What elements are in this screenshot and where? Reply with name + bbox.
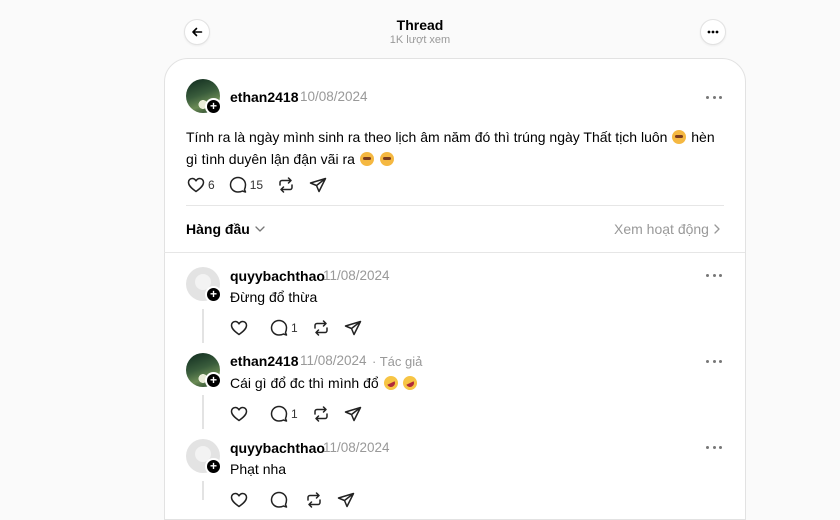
post-text: Tính ra là ngày mình sinh ra theo lịch â… (186, 126, 716, 170)
repost-icon (279, 176, 293, 193)
reply-date: 11/08/2024 (323, 440, 390, 455)
like-button[interactable] (230, 320, 248, 336)
share-button[interactable] (344, 406, 362, 422)
view-activity-link[interactable]: Xem hoạt động (614, 221, 720, 237)
reply-username[interactable]: quyybachthao (230, 268, 325, 284)
like-button[interactable]: 6 (187, 177, 215, 193)
reply-more-icon[interactable] (706, 357, 722, 365)
thread-line (202, 395, 204, 429)
divider (186, 205, 724, 206)
repost-button[interactable] (312, 319, 330, 336)
comment-button[interactable]: 1 (270, 319, 298, 336)
thread-line (202, 309, 204, 343)
view-activity-label: Xem hoạt động (614, 221, 709, 237)
chevron-down-icon (255, 226, 265, 232)
sort-label: Hàng đầu (186, 221, 250, 237)
reply-actions: 1 (230, 405, 376, 422)
blush-emoji-icon (672, 130, 687, 144)
heart-icon (230, 320, 248, 335)
post-actions: 6 15 (187, 176, 341, 193)
comment-icon (270, 405, 288, 422)
send-icon (344, 406, 361, 421)
heart-icon (230, 406, 248, 421)
follow-plus-icon[interactable]: + (205, 458, 222, 475)
reply-more-icon[interactable] (706, 443, 722, 451)
rofl-emoji-icon (381, 373, 400, 393)
repost-button[interactable] (312, 405, 330, 422)
top-bar: Thread 1K lượt xem (0, 0, 840, 58)
reply-username[interactable]: ethan2418 (230, 353, 298, 369)
blush-emoji-icon (379, 152, 394, 166)
rofl-emoji-icon (401, 373, 420, 393)
post-more-icon[interactable] (706, 93, 722, 101)
reply-text-content: Cái gì đổ đc thì mình đổ (230, 375, 379, 391)
reply-date: 11/08/2024 (300, 353, 367, 368)
more-icon (707, 30, 719, 34)
share-button[interactable] (344, 320, 362, 336)
sort-dropdown[interactable]: Hàng đầu (186, 221, 265, 237)
reply-more-icon[interactable] (706, 271, 722, 279)
comment-count: 15 (249, 177, 264, 192)
send-icon (309, 177, 327, 192)
follow-plus-icon[interactable]: + (205, 372, 222, 389)
reply-text: Cái gì đổ đc thì mình đổ (230, 373, 420, 393)
blush-emoji-icon (359, 152, 374, 166)
divider (164, 252, 745, 253)
reply-text: Đừng đổ thừa (230, 289, 318, 305)
thread-options-button[interactable] (700, 19, 726, 45)
comment-icon (229, 176, 246, 193)
reply-username[interactable]: quyybachthao (230, 440, 325, 456)
author-badge: · Tác giả (372, 354, 423, 369)
comment-icon (270, 319, 288, 336)
reply-actions: 1 (230, 319, 376, 336)
repost-button[interactable] (277, 176, 295, 193)
comment-count: 1 (291, 320, 298, 335)
share-button[interactable] (309, 177, 327, 193)
chevron-right-icon (714, 224, 720, 234)
thread-line (202, 481, 204, 500)
comment-button[interactable]: 15 (229, 176, 263, 193)
heart-icon (187, 177, 205, 192)
comment-count: 1 (291, 406, 298, 421)
reply-date: 11/08/2024 (323, 268, 390, 283)
like-count: 6 (208, 177, 215, 192)
follow-plus-icon[interactable]: + (205, 98, 222, 115)
comment-button[interactable]: 1 (270, 405, 298, 422)
post-date: 10/08/2024 (300, 89, 368, 104)
repost-icon (313, 319, 328, 336)
reply-text: Phạt nha (230, 461, 287, 477)
follow-plus-icon[interactable]: + (205, 286, 222, 303)
post-username[interactable]: ethan2418 (230, 89, 298, 105)
like-button[interactable] (230, 406, 248, 422)
post-text-part1: Tính ra là ngày mình sinh ra theo lịch â… (186, 129, 668, 145)
send-icon (344, 320, 361, 335)
repost-icon (313, 405, 328, 422)
